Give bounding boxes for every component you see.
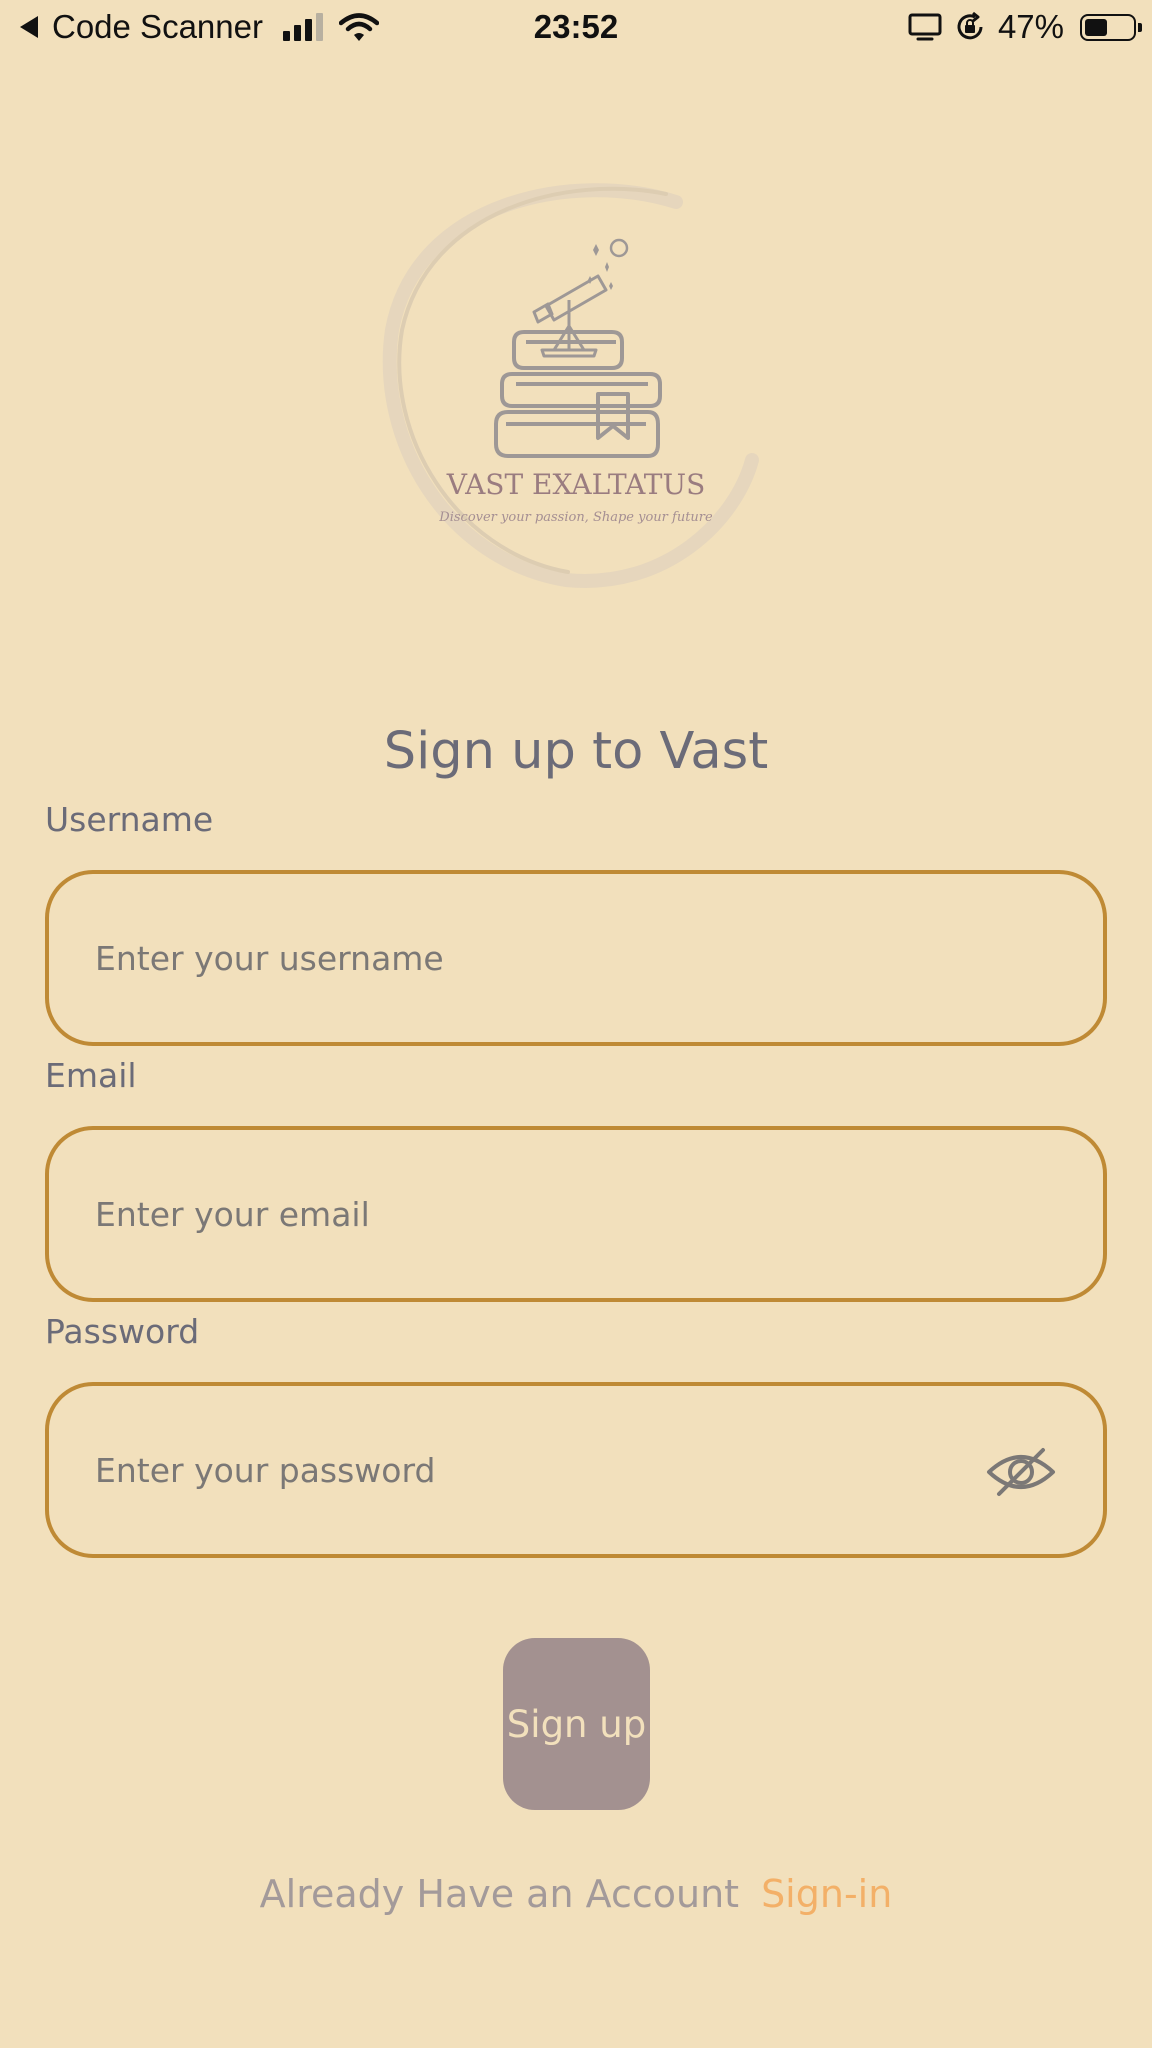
app-logo: VAST EXALTATUS Discover your passion, Sh… (376, 180, 776, 610)
status-bar: Code Scanner 23:52 47% (0, 0, 1152, 60)
password-field[interactable] (45, 1382, 1107, 1558)
logo-title: VAST EXALTATUS (446, 468, 706, 501)
email-field[interactable] (45, 1126, 1107, 1302)
username-field[interactable] (45, 870, 1107, 1046)
battery-level (1085, 18, 1107, 36)
orientation-lock-icon (957, 11, 983, 40)
signin-link[interactable]: Sign-in (761, 1872, 892, 1916)
page-title: Sign up to Vast (383, 722, 769, 781)
signup-button[interactable]: Sign up (503, 1638, 650, 1810)
battery-icon (1080, 13, 1142, 41)
email-input[interactable] (95, 1130, 975, 1298)
already-have-account-text: Already Have an Account (259, 1872, 740, 1916)
password-input[interactable] (95, 1386, 975, 1554)
password-label: Password (45, 1312, 200, 1351)
logo-tagline: Discover your passion, Shape your future (439, 510, 713, 525)
username-input[interactable] (95, 874, 975, 1042)
signin-prompt: Already Have an Account Sign-in (0, 1872, 1152, 1916)
username-label: Username (45, 800, 214, 839)
eye-slash-icon[interactable] (985, 1444, 1057, 1500)
battery-percent: 47% (997, 8, 1064, 45)
telescope-books-icon (382, 183, 759, 588)
screen-mirroring-icon (908, 13, 942, 41)
email-label: Email (45, 1056, 137, 1095)
